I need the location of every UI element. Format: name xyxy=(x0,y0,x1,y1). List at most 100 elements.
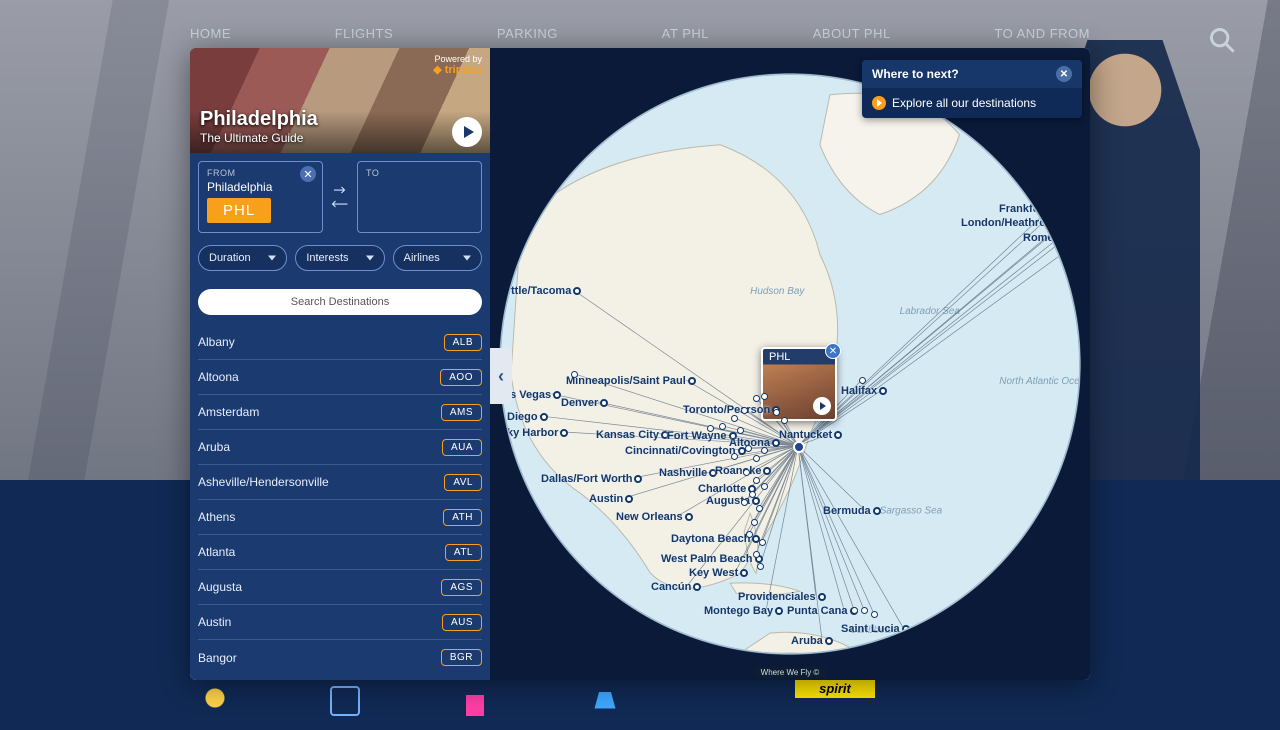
map-city-label[interactable]: West Palm Beach xyxy=(661,553,763,565)
map-dot-icon[interactable] xyxy=(761,393,768,400)
map-dot-icon[interactable] xyxy=(761,483,768,490)
map-city-label[interactable]: Cincinnati/Covington xyxy=(625,445,746,457)
map-dot-icon[interactable] xyxy=(1065,247,1072,254)
map-city-label[interactable]: Frankfurt xyxy=(999,203,1057,215)
map-city-label[interactable]: Toronto/Pearson xyxy=(683,404,780,416)
map-dot-icon[interactable] xyxy=(737,427,744,434)
search-input[interactable]: Search Destinations xyxy=(198,289,482,315)
arrow-icon xyxy=(872,96,886,110)
map-dot-icon[interactable] xyxy=(745,445,752,452)
city-dot-icon xyxy=(1049,205,1057,213)
map-dot-icon[interactable] xyxy=(751,519,758,526)
map-dot-icon[interactable] xyxy=(859,377,866,384)
phl-hub-dot[interactable] xyxy=(793,441,805,453)
city-dot-icon xyxy=(625,495,633,503)
map-city-label[interactable]: Providenciales xyxy=(738,591,826,603)
map-city-label[interactable]: Austin xyxy=(589,493,633,505)
map-city-label[interactable]: Kansas City xyxy=(596,429,669,441)
close-icon[interactable]: ✕ xyxy=(825,343,841,359)
map-city-label[interactable]: Nashville xyxy=(659,467,717,479)
from-box[interactable]: FROM Philadelphia PHL ✕ xyxy=(198,161,323,233)
map-city-label[interactable]: Punta Cana xyxy=(787,605,858,617)
destination-row[interactable]: AugustaAGS xyxy=(198,570,482,605)
map-city-label[interactable]: London/Heathrow xyxy=(961,217,1065,229)
map-dot-icon[interactable] xyxy=(707,425,714,432)
destination-row[interactable]: AtlantaATL xyxy=(198,535,482,570)
destination-row[interactable]: BangorBGR xyxy=(198,640,482,675)
map-city-label[interactable]: Dallas/Fort Worth xyxy=(541,473,642,485)
map-dot-icon[interactable] xyxy=(1071,223,1078,230)
map-pane[interactable]: Hudson Bay Labrador Sea North Atlantic O… xyxy=(490,48,1090,680)
destination-row[interactable]: AmsterdamAMS xyxy=(198,395,482,430)
popup-body[interactable]: Explore all our destinations xyxy=(862,88,1082,118)
map-dot-icon[interactable] xyxy=(861,607,868,614)
destination-row[interactable]: AustinAUS xyxy=(198,605,482,640)
map-city-label[interactable]: Bermuda xyxy=(823,505,881,517)
map-city-label[interactable]: as Vegas xyxy=(504,389,561,401)
map-dot-icon[interactable] xyxy=(753,551,760,558)
map-dot-icon[interactable] xyxy=(731,415,738,422)
nav-item-to-and-from[interactable]: TO AND FROM xyxy=(994,26,1090,41)
search-icon[interactable] xyxy=(1208,26,1236,54)
map-city-label[interactable]: Charlotte xyxy=(698,483,756,495)
map-city-label[interactable]: Fort Wayne xyxy=(667,430,737,442)
map-city-label[interactable]: Montego Bay xyxy=(704,605,783,617)
destination-row[interactable]: Asheville/HendersonvilleAVL xyxy=(198,465,482,500)
map-city-label[interactable]: New Orleans xyxy=(616,511,693,523)
map-dot-icon[interactable] xyxy=(719,423,726,430)
map-dot-icon[interactable] xyxy=(773,409,780,416)
map-dot-icon[interactable] xyxy=(756,505,763,512)
map-dot-icon[interactable] xyxy=(1069,213,1076,220)
filter-airlines[interactable]: Airlines xyxy=(393,245,482,271)
map-dot-icon[interactable] xyxy=(761,447,768,454)
map-city-label[interactable]: Diego xyxy=(507,411,548,423)
popup-link[interactable]: Explore all our destinations xyxy=(892,96,1036,110)
map-city-label[interactable]: Nantucket xyxy=(779,429,842,441)
map-city-label[interactable]: Minneapolis/Saint Paul xyxy=(566,375,696,387)
map-city-label[interactable]: Cancún xyxy=(651,581,701,593)
map-dot-icon[interactable] xyxy=(759,539,766,546)
nav-item-flights[interactable]: FLIGHTS xyxy=(335,26,393,41)
map-dot-icon[interactable] xyxy=(731,453,738,460)
map-city-label[interactable]: Denver xyxy=(561,397,608,409)
nav-item-parking[interactable]: PARKING xyxy=(497,26,558,41)
destination-row[interactable]: AlbanyALB xyxy=(198,325,482,360)
swap-button[interactable] xyxy=(323,161,357,233)
nav-item-home[interactable]: HOME xyxy=(190,26,231,41)
collapse-sidebar-handle[interactable]: ‹ xyxy=(490,348,512,404)
filter-interests[interactable]: Interests xyxy=(295,245,384,271)
map-dot-icon[interactable] xyxy=(746,531,753,538)
map-dot-icon[interactable] xyxy=(571,371,578,378)
map-dot-icon[interactable] xyxy=(757,563,764,570)
map-city-label[interactable]: ttle/Tacoma xyxy=(511,285,581,297)
destination-row[interactable]: ArubaAUA xyxy=(198,430,482,465)
destination-row[interactable]: AthensATH xyxy=(198,500,482,535)
nav-item-about-phl[interactable]: ABOUT PHL xyxy=(813,26,891,41)
nav-item-at-phl[interactable]: AT PHL xyxy=(662,26,709,41)
map-city-label[interactable]: Halifax xyxy=(841,385,887,397)
map-dot-icon[interactable] xyxy=(741,499,748,506)
map-city-label[interactable]: ky Harbor xyxy=(507,427,568,439)
play-button[interactable] xyxy=(452,117,482,147)
destination-row[interactable]: AltoonaAOO xyxy=(198,360,482,395)
map-dot-icon[interactable] xyxy=(743,469,750,476)
play-icon[interactable] xyxy=(813,397,831,415)
map-city-label[interactable]: Aruba xyxy=(791,635,833,647)
clear-from-icon[interactable]: ✕ xyxy=(300,166,316,182)
map-dot-icon[interactable] xyxy=(871,611,878,618)
map-dot-icon[interactable] xyxy=(781,417,788,424)
map-city-label[interactable]: Key West xyxy=(689,567,748,579)
map-city-label[interactable]: Rome xyxy=(1023,232,1064,244)
to-box[interactable]: TO xyxy=(357,161,482,233)
filter-duration[interactable]: Duration xyxy=(198,245,287,271)
map-dot-icon[interactable] xyxy=(741,407,748,414)
globe[interactable]: Hudson Bay Labrador Sea North Atlantic O… xyxy=(500,74,1080,654)
map-dot-icon[interactable] xyxy=(851,607,858,614)
map-dot-icon[interactable] xyxy=(753,395,760,402)
map-dot-icon[interactable] xyxy=(753,455,760,462)
map-dot-icon[interactable] xyxy=(749,491,756,498)
close-icon[interactable]: ✕ xyxy=(1056,66,1072,82)
map-dot-icon[interactable] xyxy=(1061,237,1068,244)
map-city-label[interactable]: Saint Lucia xyxy=(841,623,910,635)
map-dot-icon[interactable] xyxy=(753,477,760,484)
